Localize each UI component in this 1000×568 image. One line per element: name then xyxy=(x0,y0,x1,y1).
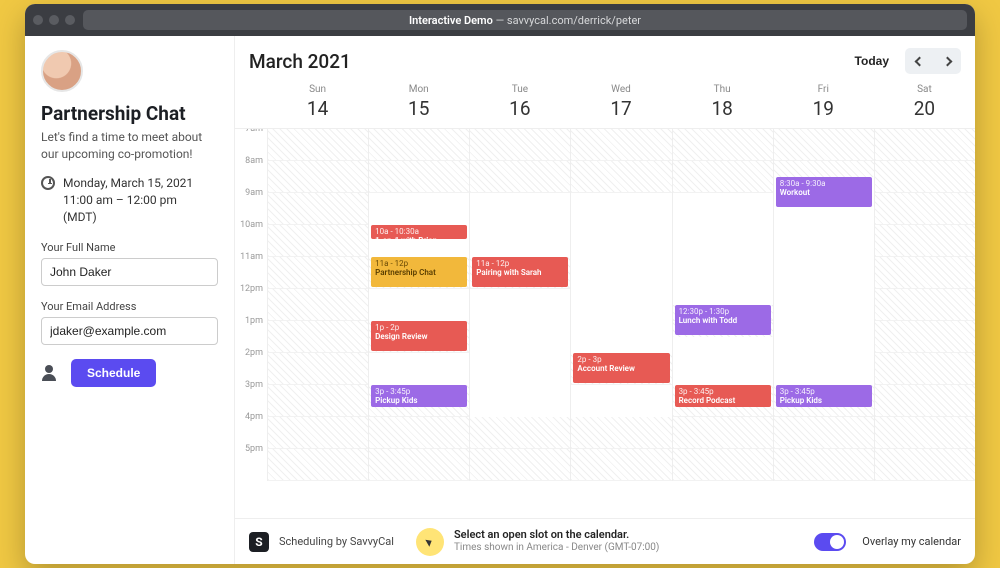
open-slot[interactable] xyxy=(571,385,671,417)
host-avatar xyxy=(41,50,83,92)
calendar-event[interactable]: 3p - 3:45pPickup Kids xyxy=(776,385,872,407)
traffic-light-min[interactable] xyxy=(49,15,59,25)
meeting-description: Let's find a time to meet about our upco… xyxy=(41,129,218,163)
day-header: Wed17 xyxy=(570,78,671,128)
overlay-toggle-label: Overlay my calendar xyxy=(862,535,961,548)
hour-label: 4pm xyxy=(235,412,267,444)
open-slot[interactable] xyxy=(369,353,469,385)
overlay-toggle[interactable] xyxy=(814,533,846,551)
day-header: Mon15 xyxy=(368,78,469,128)
selected-tz: (MDT) xyxy=(63,209,193,226)
hint-main: Select an open slot on the calendar. xyxy=(454,528,659,542)
chevron-left-icon xyxy=(914,56,924,66)
title-bold: Interactive Demo xyxy=(409,14,493,27)
calendar-grid[interactable]: 7am8am9am10am11am12pm1pm2pm3pm4pm5pm 10a … xyxy=(235,129,975,481)
calendar-main: March 2021 Today Sun14Mon15Tue16Wed17Thu… xyxy=(235,36,975,564)
calendar-event[interactable]: 1p - 2pDesign Review xyxy=(371,321,467,351)
prev-week-button[interactable] xyxy=(905,48,933,74)
window-titlebar: Interactive Demo — savvycal.com/derrick/… xyxy=(25,4,975,36)
open-slot[interactable] xyxy=(470,193,570,257)
month-label: March 2021 xyxy=(249,50,845,73)
calendar-event[interactable]: 12:30p - 1:30pLunch with Todd xyxy=(675,305,771,335)
hint-sub: Times shown in America - Denver (GMT-07:… xyxy=(454,542,659,555)
selected-hours: 11:00 am – 12:00 pm xyxy=(63,192,193,209)
hour-label: 8am xyxy=(235,156,267,188)
open-slot[interactable] xyxy=(673,337,773,385)
brand-text: Scheduling by SavvyCal xyxy=(279,535,394,548)
day-column[interactable]: 8:30a - 9:30aWorkout 3p - 3:45pPickup Kid… xyxy=(773,129,874,481)
footer-bar: S Scheduling by SavvyCal Select an open … xyxy=(235,518,975,564)
email-input[interactable] xyxy=(41,317,218,345)
selected-time: Monday, March 15, 2021 11:00 am – 12:00 … xyxy=(63,175,193,227)
day-header: Thu18 xyxy=(672,78,773,128)
hour-label: 11am xyxy=(235,252,267,284)
hour-label: 5pm xyxy=(235,444,267,476)
day-column[interactable]: 11a - 12pPairing with Sarah xyxy=(469,129,570,481)
calendar-event[interactable]: 3p - 3:45pPickup Kids xyxy=(371,385,467,407)
open-slot[interactable] xyxy=(673,193,773,305)
day-column[interactable]: 2p - 3pAccount Review xyxy=(570,129,671,481)
day-column[interactable]: 10a - 10:30a1-on-1 with Brian 11a - 12pPa… xyxy=(368,129,469,481)
open-slot[interactable] xyxy=(774,193,874,385)
chevron-right-icon xyxy=(942,56,952,66)
calendar-event[interactable]: 3p - 3:45pRecord Podcast xyxy=(675,385,771,407)
traffic-light-max[interactable] xyxy=(65,15,75,25)
hour-label: 2pm xyxy=(235,348,267,380)
schedule-button[interactable]: Schedule xyxy=(71,359,156,387)
open-slot[interactable] xyxy=(571,193,671,353)
hour-label: 3pm xyxy=(235,380,267,412)
hour-label: 7am xyxy=(235,129,267,156)
calendar-event[interactable]: 2p - 3pAccount Review xyxy=(573,353,669,383)
name-label: Your Full Name xyxy=(41,241,218,254)
calendar-event[interactable]: 11a - 12pPartnership Chat xyxy=(371,257,467,287)
title-rest: — savvycal.com/derrick/peter xyxy=(493,14,641,27)
address-bar[interactable]: Interactive Demo — savvycal.com/derrick/… xyxy=(83,10,967,30)
hour-label: 10am xyxy=(235,220,267,252)
selected-date: Monday, March 15, 2021 xyxy=(63,175,193,192)
email-label: Your Email Address xyxy=(41,300,218,313)
traffic-light-close[interactable] xyxy=(33,15,43,25)
footer-hint: Select an open slot on the calendar. Tim… xyxy=(454,528,659,554)
cursor-badge-icon xyxy=(416,528,444,556)
clock-icon xyxy=(41,176,55,190)
day-header: Sun14 xyxy=(267,78,368,128)
weekday-header: Sun14Mon15Tue16Wed17Thu18Fri19Sat20 xyxy=(235,78,975,129)
day-header: Tue16 xyxy=(469,78,570,128)
day-header: Sat20 xyxy=(874,78,975,128)
today-button[interactable]: Today xyxy=(845,48,899,74)
add-guest-icon[interactable] xyxy=(41,365,61,381)
hour-label: 12pm xyxy=(235,284,267,316)
day-column[interactable] xyxy=(267,129,368,481)
savvycal-logo: S xyxy=(249,532,269,552)
calendar-event[interactable]: 10a - 10:30a1-on-1 with Brian xyxy=(371,225,467,239)
day-header: Fri19 xyxy=(773,78,874,128)
next-week-button[interactable] xyxy=(933,48,961,74)
booking-sidebar: Partnership Chat Let's find a time to me… xyxy=(25,36,235,564)
calendar-event[interactable]: 8:30a - 9:30aWorkout xyxy=(776,177,872,207)
open-slot[interactable] xyxy=(369,289,469,321)
name-input[interactable] xyxy=(41,258,218,286)
meeting-title: Partnership Chat xyxy=(41,102,218,125)
calendar-event[interactable]: 11a - 12pPairing with Sarah xyxy=(472,257,568,287)
day-column[interactable]: 12:30p - 1:30pLunch with Todd 3p - 3:45pR… xyxy=(672,129,773,481)
open-slot[interactable] xyxy=(470,289,570,417)
hour-label: 9am xyxy=(235,188,267,220)
day-column[interactable] xyxy=(874,129,975,481)
hour-label: 1pm xyxy=(235,316,267,348)
